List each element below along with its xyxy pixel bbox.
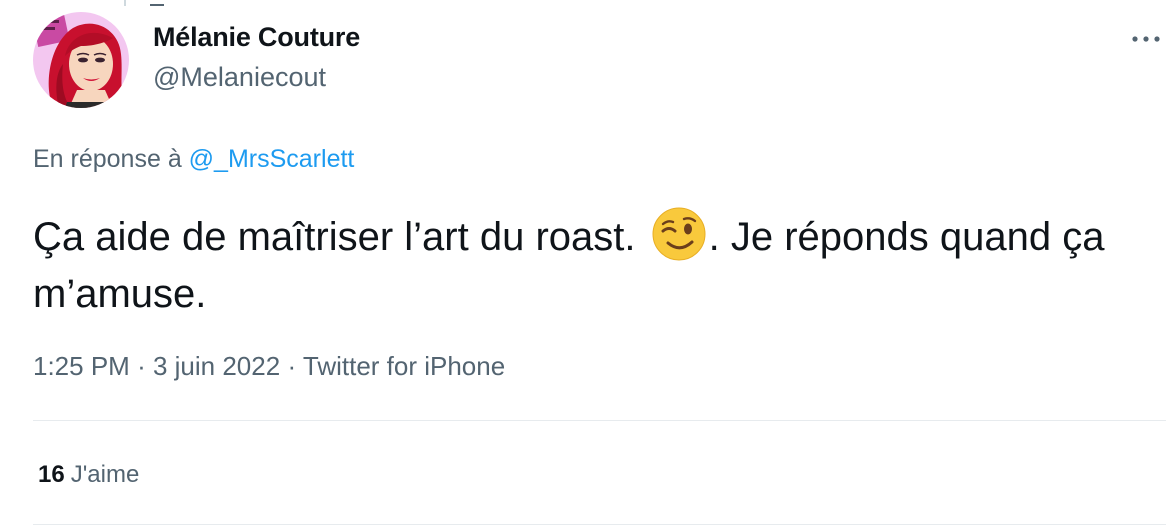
reply-mention-link[interactable]: @_MrsScarlett: [189, 145, 355, 173]
previous-tweet-stub: [0, 0, 170, 8]
meta-separator: ·: [287, 351, 297, 381]
more-horizontal-icon: [1132, 36, 1160, 42]
likes-label: J'aime: [70, 461, 140, 488]
divider: [33, 524, 1166, 525]
more-options-button[interactable]: [1124, 24, 1168, 54]
avatar-illustration: [33, 12, 129, 108]
reply-prefix: En réponse à: [33, 145, 182, 173]
tweet-date[interactable]: 3 juin 2022: [153, 351, 280, 381]
author-handle[interactable]: @Melaniecout: [153, 62, 326, 93]
likes-count: 16: [38, 461, 65, 488]
tweet-text-part1: Ça aide de maîtriser l’art du roast.: [33, 215, 636, 259]
likes-stat[interactable]: 16 J'aime: [38, 461, 139, 489]
tweet-source[interactable]: Twitter for iPhone: [303, 351, 505, 381]
tweet-metadata: 1:25 PM · 3 juin 2022 · Twitter for iPho…: [33, 351, 505, 382]
reply-context: En réponse à @_MrsScarlett: [33, 145, 354, 174]
previous-tweet-fragment: [150, 4, 164, 6]
winking-face-emoji: [652, 207, 706, 261]
tweet-text: Ça aide de maîtriser l’art du roast. . J…: [33, 206, 1133, 323]
meta-separator: ·: [137, 351, 146, 381]
tweet-time[interactable]: 1:25 PM: [33, 351, 130, 381]
thread-line: [124, 0, 126, 6]
divider: [33, 420, 1166, 421]
avatar[interactable]: [33, 12, 129, 108]
author-name[interactable]: Mélanie Couture: [153, 22, 360, 53]
